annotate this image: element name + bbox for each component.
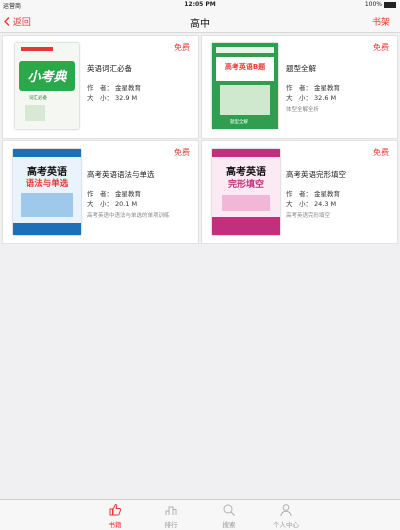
search-icon (223, 504, 235, 516)
person-icon (280, 504, 292, 517)
tab-books-label: 书籍 (108, 521, 122, 529)
tab-bar: 书籍 排行 搜索 个人中心 (0, 499, 400, 530)
book-card[interactable]: 免费 小考典 词汇必备 英语词汇必备 作 者： 金星教育 大 小： 32.9 M (2, 35, 199, 139)
book-cover: 高考英语 语法与单选 (13, 149, 81, 235)
book-size: 大 小： 32.6 M (286, 94, 337, 102)
clock-label: 12:05 PM (184, 1, 216, 8)
cover-subtitle: 题型全解 (230, 120, 248, 125)
book-size: 大 小： 20.1 M (87, 200, 138, 208)
battery-icon (384, 1, 396, 8)
cover-subtitle: 语法与单选 (25, 179, 69, 189)
book-cover: 高考英语B题 题型全解 (212, 43, 278, 129)
cover-subtitle: 完形填空 (227, 180, 264, 190)
tab-search-label: 搜索 (222, 521, 236, 529)
book-card[interactable]: 免费 高考英语 语法与单选 高考英语语法与单选 作 者： 金星教育 大 小： 20.… (2, 140, 199, 244)
ranking-icon (165, 506, 177, 515)
book-card[interactable]: 免费 高考英语 完形填空 高考英语完形填空 作 者： 金星教育 大 小： 24.3 … (201, 140, 398, 244)
book-author: 作 者： 金星教育 (87, 84, 141, 92)
book-title: 高考英语语法与单选 (87, 170, 155, 179)
page-title: 高中 (190, 19, 210, 30)
tab-profile[interactable]: 个人中心 (256, 503, 316, 529)
book-size: 大 小： 24.3 M (286, 200, 337, 208)
cover-title: 高考英语 (27, 167, 67, 178)
tab-books[interactable]: 书籍 (85, 503, 145, 529)
free-badge[interactable]: 免费 (373, 42, 389, 53)
cover-title: 小考典 (27, 70, 67, 85)
battery-percent: 100% (364, 1, 382, 8)
book-description: 体型全解全析 (286, 107, 320, 113)
navigation-bar: 返回 高中 书架 (0, 10, 400, 33)
free-badge[interactable]: 免费 (174, 42, 190, 53)
tab-search[interactable]: 搜索 (199, 503, 259, 529)
book-title: 题型全解 (286, 64, 316, 73)
thumbs-up-icon (109, 503, 122, 516)
cover-title: 高考英语B题 (224, 63, 266, 71)
cover-title: 高考英语 (226, 167, 266, 178)
battery-indicator: 100% (365, 1, 396, 8)
book-title: 英语词汇必备 (87, 64, 132, 73)
book-description: 高考英语中语法与单选的单项训练 (87, 213, 170, 219)
book-author: 作 者： 金星教育 (87, 190, 141, 198)
book-size: 大 小： 32.9 M (87, 94, 138, 102)
free-badge[interactable]: 免费 (174, 147, 190, 158)
book-author: 作 者： 金星教育 (286, 84, 340, 92)
tab-ranking-label: 排行 (164, 521, 178, 529)
status-bar: 运营商 12:05 PM 100% (0, 0, 400, 10)
book-author: 作 者： 金星教育 (286, 190, 340, 198)
free-badge[interactable]: 免费 (373, 147, 389, 158)
cover-subtitle: 词汇必备 (29, 96, 47, 101)
book-cover: 高考英语 完形填空 (212, 149, 280, 235)
book-cover: 小考典 词汇必备 (15, 43, 79, 129)
tab-profile-label: 个人中心 (273, 521, 299, 529)
bookshelf-button[interactable]: 书架 (372, 15, 390, 28)
tab-ranking[interactable]: 排行 (141, 503, 201, 529)
book-description: 高考英语完形填空 (286, 213, 331, 219)
book-card[interactable]: 免费 高考英语B题 题型全解 题型全解 作 者： 金星教育 大 小： 32.6 M … (201, 35, 398, 139)
book-title: 高考英语完形填空 (286, 170, 346, 179)
